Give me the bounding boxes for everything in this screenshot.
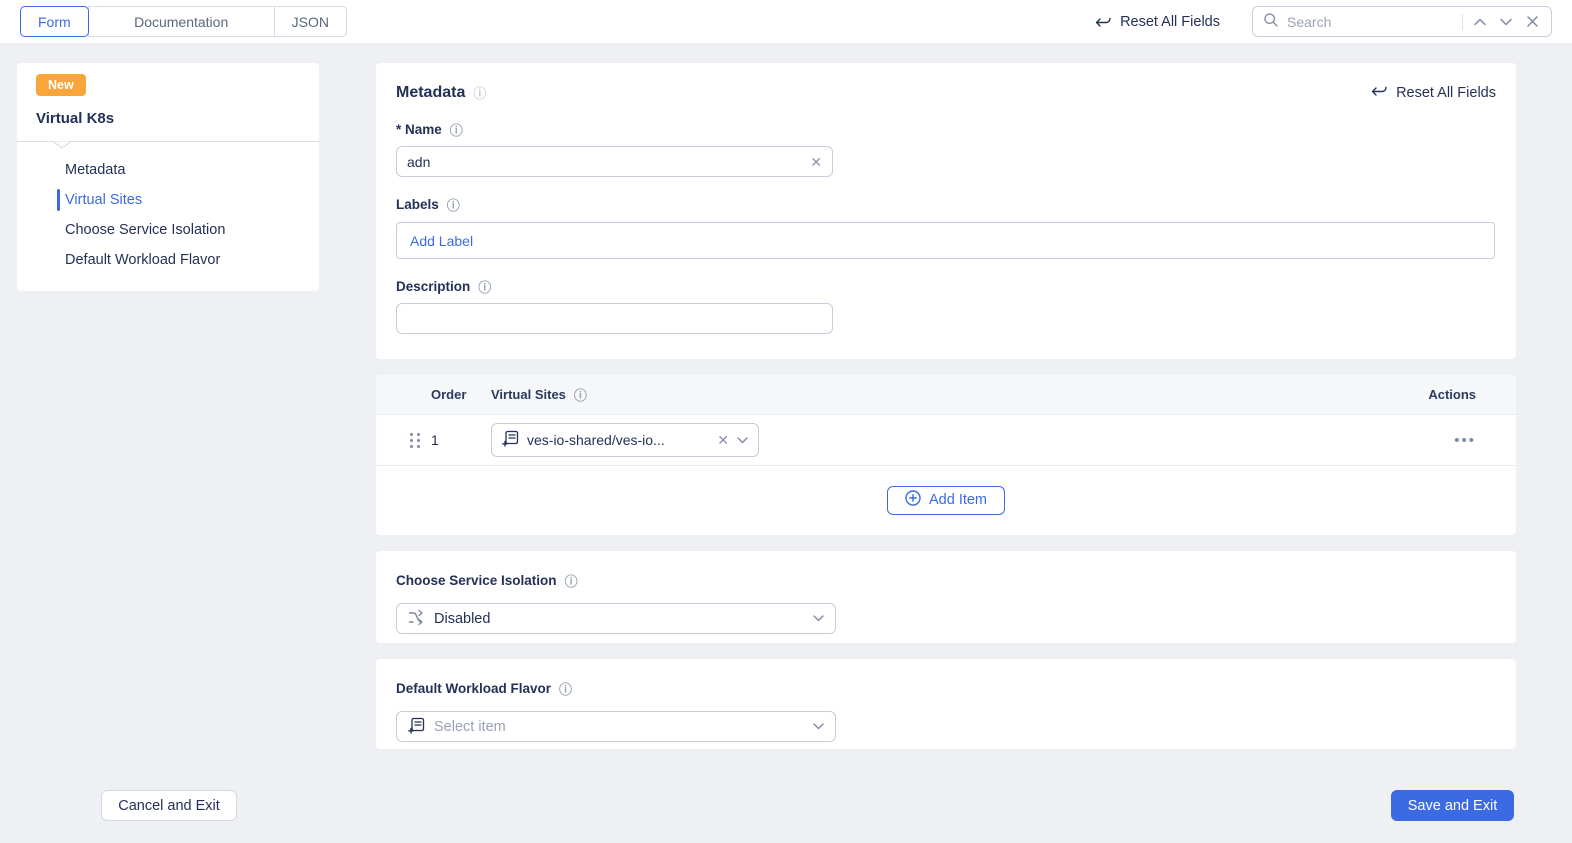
sidebar-item-label: Choose Service Isolation bbox=[65, 222, 226, 238]
reference-list-icon bbox=[408, 717, 425, 737]
collapse-chevron-icon[interactable] bbox=[53, 141, 71, 149]
sidebar-divider bbox=[17, 141, 319, 149]
service-isolation-select-value: Disabled bbox=[434, 610, 491, 627]
drag-handle-icon[interactable] bbox=[410, 432, 431, 448]
workload-flavor-label: Default Workload Flavor ⓘ bbox=[396, 679, 573, 698]
add-item-button[interactable]: Add Item bbox=[886, 485, 1006, 515]
name-input[interactable] bbox=[407, 153, 803, 170]
clear-selection-icon[interactable]: ✕ bbox=[717, 433, 729, 447]
metadata-reset-all-fields-button[interactable]: Reset All Fields bbox=[1371, 84, 1496, 102]
add-label-button[interactable]: Add Label bbox=[410, 233, 473, 249]
actions-column-header: Actions bbox=[1428, 387, 1476, 402]
name-field-label: * Name ⓘ bbox=[396, 120, 463, 139]
search-input[interactable] bbox=[1287, 13, 1454, 30]
service-isolation-label: Choose Service Isolation ⓘ bbox=[396, 571, 578, 590]
order-cell: 1 bbox=[431, 432, 439, 448]
info-icon[interactable]: ⓘ bbox=[559, 679, 572, 698]
undo-icon bbox=[1095, 15, 1112, 29]
cancel-and-exit-button[interactable]: Cancel and Exit bbox=[101, 790, 237, 821]
view-tabs: Form Documentation JSON bbox=[20, 6, 348, 37]
workload-flavor-select-placeholder: Select item bbox=[434, 718, 506, 735]
reset-all-fields-label: Reset All Fields bbox=[1120, 13, 1220, 30]
object-type-title: Virtual K8s bbox=[36, 110, 115, 127]
sidebar-item-choose-service-isolation[interactable]: Choose Service Isolation bbox=[17, 215, 319, 245]
info-icon[interactable]: ⓘ bbox=[473, 83, 486, 102]
new-status-badge: New bbox=[36, 74, 86, 96]
search-prev-icon[interactable] bbox=[1471, 13, 1489, 31]
description-input-wrap bbox=[396, 303, 833, 334]
name-input-wrap: ✕ bbox=[396, 146, 833, 177]
sidebar-item-default-workload-flavor[interactable]: Default Workload Flavor bbox=[17, 245, 319, 275]
description-field-label: Description ⓘ bbox=[396, 277, 492, 296]
service-isolation-section-card: Choose Service Isolation ⓘ Disabled bbox=[376, 551, 1516, 643]
sidebar-item-label: Metadata bbox=[65, 162, 126, 178]
labels-field-label: Labels ⓘ bbox=[396, 195, 460, 214]
table-header-row: Order Virtual Sites ⓘ Actions bbox=[376, 375, 1516, 415]
top-toolbar: Form Documentation JSON Reset All Fields bbox=[0, 0, 1572, 43]
form-navigation-sidebar: New Virtual K8s Metadata Virtual Sites C… bbox=[17, 63, 319, 291]
save-and-exit-button[interactable]: Save and Exit bbox=[1391, 790, 1514, 821]
metadata-section-title: Metadata bbox=[396, 83, 466, 101]
info-icon[interactable]: ⓘ bbox=[574, 385, 587, 404]
row-actions-menu-icon[interactable]: ••• bbox=[1454, 432, 1476, 449]
info-icon[interactable]: ⓘ bbox=[447, 195, 460, 214]
workload-flavor-select[interactable]: Select item bbox=[396, 711, 836, 742]
table-row: 1 ves-io-shared/ves-io... ✕ ••• bbox=[376, 415, 1516, 466]
reference-list-icon bbox=[502, 430, 519, 450]
plus-circle-icon bbox=[905, 490, 921, 510]
chevron-down-icon bbox=[813, 723, 824, 730]
sidebar-item-metadata[interactable]: Metadata bbox=[17, 155, 319, 185]
search-close-icon[interactable] bbox=[1523, 13, 1541, 31]
info-icon[interactable]: ⓘ bbox=[565, 571, 578, 590]
virtual-site-select[interactable]: ves-io-shared/ves-io... ✕ bbox=[491, 423, 759, 457]
virtual-site-select-value: ves-io-shared/ves-io... bbox=[527, 432, 665, 448]
add-item-label: Add Item bbox=[928, 492, 988, 508]
workload-flavor-section-card: Default Workload Flavor ⓘ Select item bbox=[376, 659, 1516, 749]
info-icon[interactable]: ⓘ bbox=[478, 277, 491, 296]
order-column-header: Order bbox=[431, 387, 467, 402]
chevron-down-icon[interactable] bbox=[737, 436, 748, 444]
info-icon[interactable]: ⓘ bbox=[450, 120, 463, 139]
sidebar-item-virtual-sites[interactable]: Virtual Sites bbox=[17, 185, 319, 215]
sidebar-item-label: Virtual Sites bbox=[65, 192, 143, 208]
tab-documentation[interactable]: Documentation bbox=[87, 6, 275, 37]
reset-all-fields-button[interactable]: Reset All Fields bbox=[1095, 14, 1220, 30]
description-input[interactable] bbox=[407, 310, 822, 327]
search-icon bbox=[1263, 12, 1279, 31]
tab-form[interactable]: Form bbox=[20, 6, 89, 37]
branch-icon bbox=[408, 609, 425, 629]
search-divider bbox=[1462, 13, 1463, 30]
search-next-icon[interactable] bbox=[1497, 13, 1515, 31]
virtual-sites-section-card: Order Virtual Sites ⓘ Actions 1 ves-io-s… bbox=[376, 375, 1516, 535]
clear-name-icon[interactable]: ✕ bbox=[810, 155, 822, 169]
undo-icon bbox=[1371, 84, 1388, 102]
labels-container: Add Label bbox=[396, 222, 1495, 259]
virtual-sites-column-header: Virtual Sites bbox=[491, 387, 566, 402]
tab-json[interactable]: JSON bbox=[273, 6, 348, 37]
search-box bbox=[1252, 6, 1552, 37]
active-indicator-bar bbox=[57, 189, 60, 211]
metadata-section-card: Metadata ⓘ Reset All Fields * Name ⓘ ✕ L… bbox=[376, 63, 1516, 359]
chevron-down-icon bbox=[813, 615, 824, 622]
sidebar-item-label: Default Workload Flavor bbox=[65, 252, 221, 268]
reset-all-fields-label: Reset All Fields bbox=[1396, 84, 1496, 101]
service-isolation-select[interactable]: Disabled bbox=[396, 603, 836, 634]
